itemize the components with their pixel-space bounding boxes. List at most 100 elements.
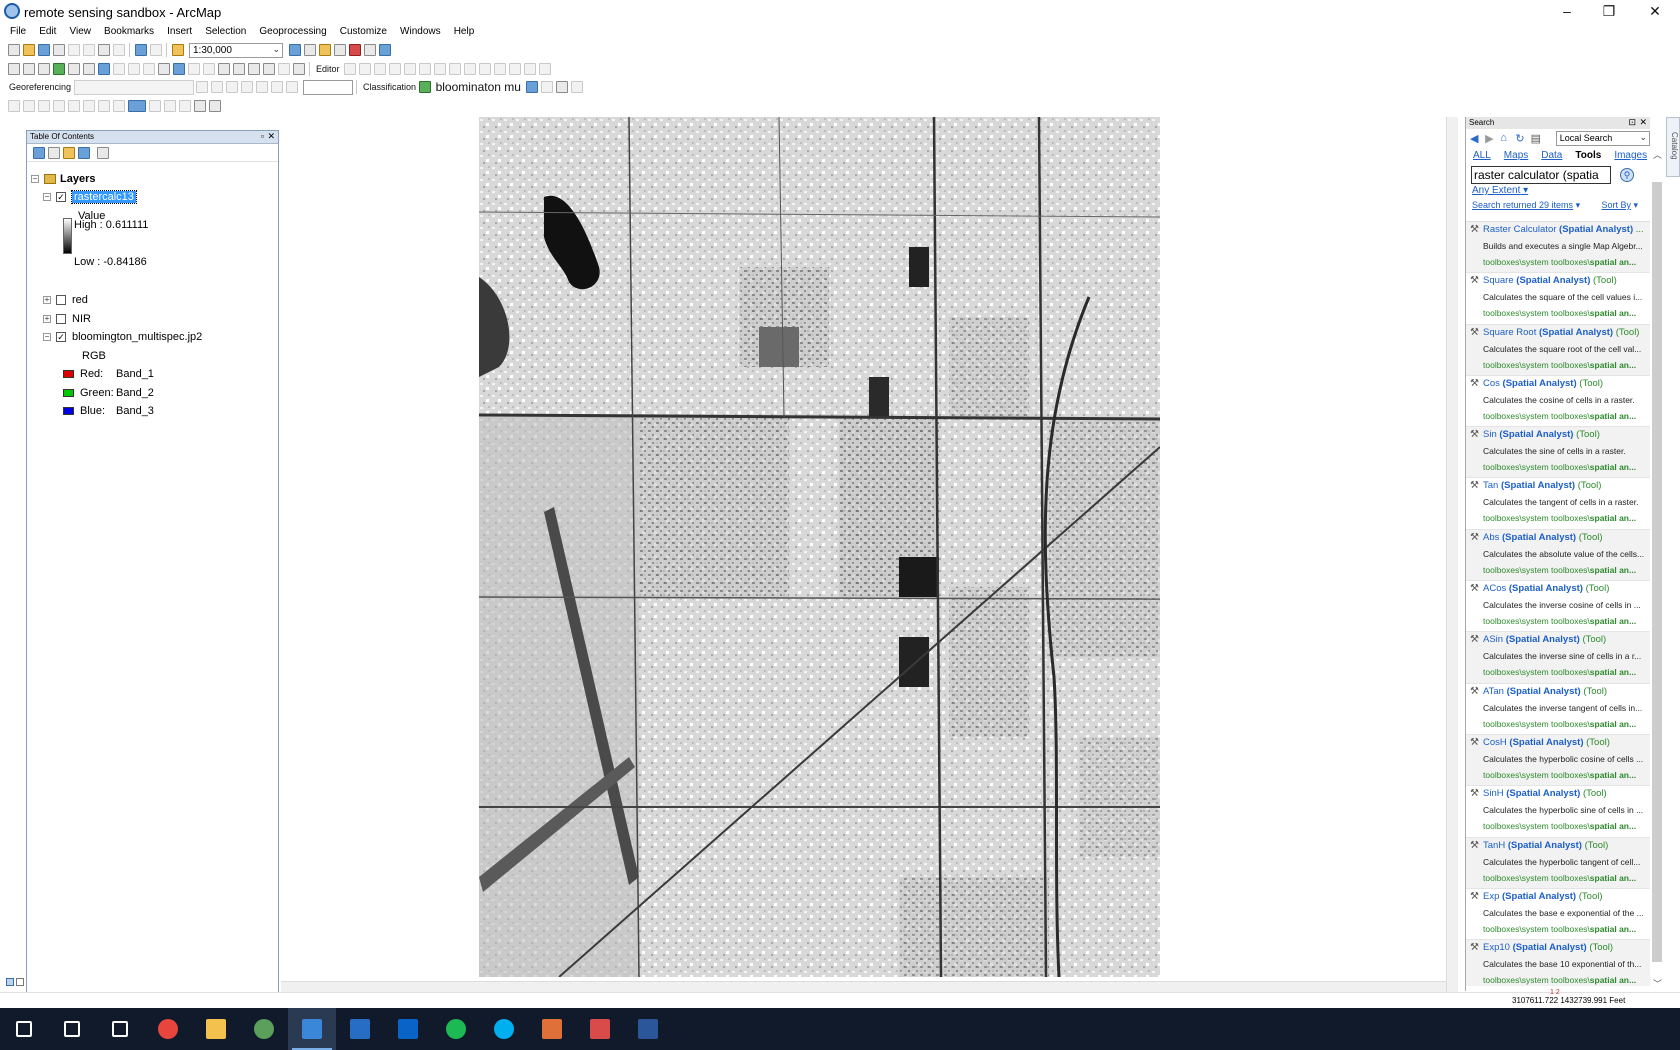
search-scope-combo[interactable]: Local Search ⌄ bbox=[1555, 130, 1651, 146]
swipe-icon[interactable] bbox=[292, 63, 305, 75]
go-to-xy-icon[interactable] bbox=[262, 63, 275, 75]
matlab-taskbar-button[interactable] bbox=[528, 1008, 576, 1050]
effects-tool-9-icon[interactable] bbox=[148, 100, 161, 112]
edit-tool-icon[interactable] bbox=[344, 63, 357, 75]
menu-geoprocessing[interactable]: Geoprocessing bbox=[254, 24, 331, 37]
spotify-taskbar-button[interactable] bbox=[432, 1008, 480, 1050]
effects-tool-6-icon[interactable] bbox=[82, 100, 95, 112]
result-title[interactable]: ⚒ ACos (Spatial Analyst) (Tool) bbox=[1470, 583, 1651, 594]
model-builder-icon[interactable] bbox=[379, 44, 391, 56]
data-view-button[interactable] bbox=[6, 978, 14, 986]
effects-layer-combo[interactable] bbox=[127, 100, 146, 112]
arctoolbox-icon[interactable] bbox=[349, 44, 361, 56]
search-result-item[interactable]: ⚒ Cos (Spatial Analyst) (Tool) Calculates … bbox=[1466, 376, 1651, 428]
paint-taskbar-button[interactable] bbox=[576, 1008, 624, 1050]
result-title[interactable]: ⚒ Exp10 (Spatial Analyst) (Tool) bbox=[1470, 942, 1651, 953]
skype-taskbar-button[interactable] bbox=[480, 1008, 528, 1050]
task-view-taskbar-button[interactable] bbox=[96, 1008, 144, 1050]
tool-name[interactable]: Exp bbox=[1483, 891, 1499, 902]
effects-tool-10-icon[interactable] bbox=[163, 100, 176, 112]
find-icon[interactable] bbox=[232, 63, 245, 75]
select-elements-icon[interactable] bbox=[157, 63, 170, 75]
result-title[interactable]: ⚒ Square (Spatial Analyst) (Tool) bbox=[1470, 275, 1651, 286]
print-icon[interactable] bbox=[52, 44, 65, 56]
attributes-icon[interactable] bbox=[509, 63, 522, 75]
effects-tool-12-icon[interactable] bbox=[193, 100, 206, 112]
effects-tool-2-icon[interactable] bbox=[22, 100, 35, 112]
search-go-icon[interactable]: ⚲ bbox=[1620, 168, 1635, 182]
clear-selection-icon[interactable] bbox=[142, 63, 155, 75]
drawing-scale-combo[interactable] bbox=[303, 79, 354, 95]
layer-bloomington-multispec[interactable]: − ✓ bloomington_multispec.jp2 bbox=[43, 331, 202, 343]
classification-layer-combo[interactable]: bloominaton mu bbox=[433, 80, 525, 94]
menu-selection[interactable]: Selection bbox=[200, 24, 251, 37]
redo-icon[interactable] bbox=[149, 44, 162, 56]
pan-icon[interactable] bbox=[37, 63, 50, 75]
open-icon[interactable] bbox=[22, 44, 35, 56]
training-sample-manager-icon[interactable] bbox=[526, 81, 539, 93]
globe-app-taskbar-button[interactable] bbox=[240, 1008, 288, 1050]
layout-view-button[interactable] bbox=[16, 978, 24, 986]
copy-icon[interactable] bbox=[82, 44, 95, 56]
catalog-window-icon[interactable] bbox=[319, 44, 331, 56]
category-images[interactable]: Images bbox=[1614, 150, 1647, 161]
search-result-item[interactable]: ⚒ Exp (Spatial Analyst) (Tool) Calculates … bbox=[1466, 889, 1651, 941]
search-result-item[interactable]: ⚒ Abs (Spatial Analyst) (Tool) Calculates … bbox=[1466, 529, 1651, 582]
search-window-icon[interactable] bbox=[334, 44, 346, 56]
python-window-icon[interactable] bbox=[364, 44, 376, 56]
end-point-arc-icon[interactable] bbox=[389, 63, 402, 75]
tool-name[interactable]: Raster Calculator bbox=[1483, 224, 1556, 235]
expand-icon[interactable]: + bbox=[43, 296, 51, 304]
tool-name[interactable]: TanH bbox=[1483, 840, 1505, 851]
search-result-item[interactable]: ⚒ Sin (Spatial Analyst) (Tool) Calculates … bbox=[1466, 427, 1651, 479]
tool-name[interactable]: Sin bbox=[1483, 429, 1497, 440]
dock-icon[interactable]: ▫ bbox=[261, 131, 264, 141]
menu-file[interactable]: File bbox=[0, 24, 31, 37]
search-result-item[interactable]: ⚒ ACos (Spatial Analyst) (Tool) Calculates… bbox=[1466, 581, 1651, 633]
outlook-taskbar-button[interactable] bbox=[384, 1008, 432, 1050]
cut-icon[interactable] bbox=[67, 44, 80, 56]
expand-icon[interactable]: + bbox=[43, 315, 51, 323]
forward-arrow-icon[interactable]: ▶ bbox=[1485, 132, 1498, 145]
georeferencing-menu[interactable]: Georeferencing bbox=[6, 82, 74, 92]
editor-toolbar-icon[interactable] bbox=[289, 44, 301, 56]
menu-view[interactable]: View bbox=[64, 24, 96, 37]
category-all[interactable]: ALL bbox=[1473, 150, 1491, 161]
search-result-item[interactable]: ⚒ ASin (Spatial Analyst) (Tool) Calculates… bbox=[1466, 632, 1651, 684]
menu-help[interactable]: Help bbox=[449, 24, 480, 37]
search-close-icon[interactable]: ✕ bbox=[1639, 117, 1647, 128]
effects-tool-7-icon[interactable] bbox=[97, 100, 110, 112]
tool-name[interactable]: Cos bbox=[1483, 378, 1500, 389]
create-signature-icon[interactable] bbox=[541, 81, 554, 93]
point-icon[interactable] bbox=[419, 63, 432, 75]
pin-icon[interactable]: ⊡ bbox=[1628, 117, 1636, 128]
tool-name[interactable]: ASin bbox=[1483, 634, 1503, 645]
sort-by-button[interactable]: Sort By ▾ bbox=[1601, 200, 1638, 211]
list-by-visibility-icon[interactable] bbox=[62, 146, 75, 159]
hyperlink-icon[interactable] bbox=[187, 63, 200, 75]
list-by-source-icon[interactable] bbox=[47, 146, 60, 159]
tool-name[interactable]: Square Root bbox=[1483, 327, 1536, 338]
map-scale-combo[interactable]: 1:30,000 ⌄ bbox=[189, 42, 283, 58]
effects-tool-11-icon[interactable] bbox=[178, 100, 191, 112]
straight-segment-icon[interactable] bbox=[374, 63, 387, 75]
raster-image[interactable] bbox=[479, 117, 1160, 977]
scroll-up-icon[interactable]: ︿ bbox=[1653, 148, 1662, 161]
search-result-item[interactable]: ⚒ Raster Calculator (Spatial Analyst) ...… bbox=[1466, 222, 1651, 274]
refresh-icon[interactable]: ↻ bbox=[1515, 132, 1528, 145]
map-display[interactable] bbox=[281, 117, 1465, 981]
results-scrollbar[interactable]: ︿ ﹀ bbox=[1650, 150, 1664, 992]
edit-annotation-icon[interactable] bbox=[359, 63, 372, 75]
chrome-taskbar-button[interactable] bbox=[144, 1008, 192, 1050]
result-count[interactable]: Search returned 29 items bbox=[1472, 200, 1573, 210]
result-title[interactable]: ⚒ Square Root (Spatial Analyst) (Tool) bbox=[1470, 327, 1651, 338]
search-result-item[interactable]: ⚒ Square Root (Spatial Analyst) (Tool) Cal… bbox=[1466, 324, 1651, 376]
category-maps[interactable]: Maps bbox=[1504, 150, 1528, 161]
search-result-item[interactable]: ⚒ Square (Spatial Analyst) (Tool) Calculat… bbox=[1466, 273, 1651, 325]
forward-extent-icon[interactable] bbox=[112, 63, 125, 75]
link-table-icon[interactable] bbox=[255, 81, 268, 93]
result-title[interactable]: ⚒ ASin (Spatial Analyst) (Tool) bbox=[1470, 634, 1651, 645]
layer-name-selected[interactable]: rastercalc13 bbox=[71, 190, 137, 204]
tool-name[interactable]: Exp10 bbox=[1483, 942, 1510, 953]
search-taskbar-button[interactable] bbox=[48, 1008, 96, 1050]
